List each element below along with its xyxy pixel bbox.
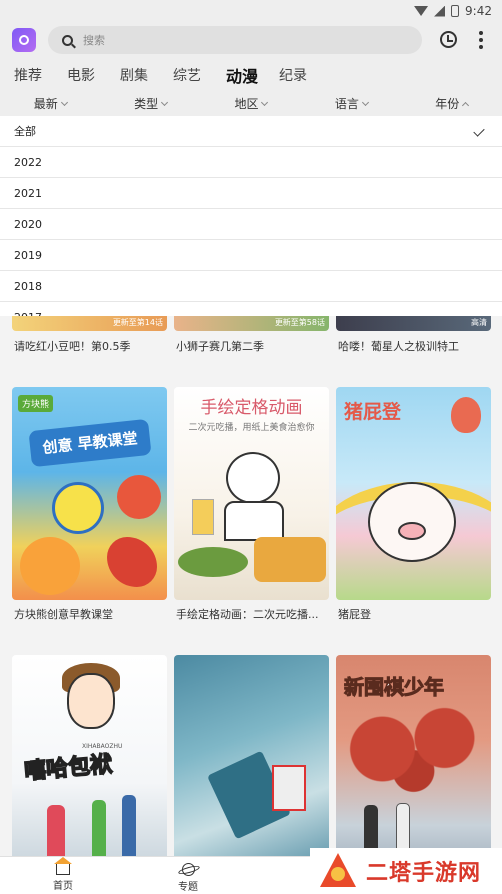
search-icon: [62, 34, 73, 46]
planet-icon: [181, 863, 195, 876]
brand-badge: 方块熊: [18, 395, 54, 412]
poster-art-title: 手绘定格动画: [200, 398, 303, 418]
poster-card[interactable]: 嘻哈包袱 XIHABAOZHU: [12, 655, 167, 868]
poster-card[interactable]: 猪屁登: [336, 387, 491, 600]
video-title[interactable]: 方块熊创意早教课堂: [14, 606, 169, 622]
poster-card[interactable]: 方块熊 创意 早教课堂: [12, 387, 167, 600]
poster-card[interactable]: [174, 655, 329, 868]
nav-home[interactable]: 首页: [33, 857, 93, 892]
tab-documentary[interactable]: 纪录: [279, 65, 332, 85]
wifi-icon: [414, 6, 429, 16]
filter-bar: 最新 类型 地区 语言 年份: [0, 90, 502, 116]
filter-genre[interactable]: 类型: [100, 95, 200, 112]
filter-year[interactable]: 年份: [402, 95, 502, 112]
watermark-text: 二塔手游网: [366, 861, 482, 886]
battery-icon: [451, 5, 460, 17]
tab-anime[interactable]: 动漫: [226, 63, 279, 93]
filter-region[interactable]: 地区: [201, 95, 301, 112]
dropdown-option[interactable]: 2017: [0, 302, 502, 317]
dropdown-option[interactable]: 2018: [0, 271, 502, 302]
nav-topics-label: 专题: [178, 882, 198, 893]
filter-language[interactable]: 语言: [301, 95, 401, 112]
poster-card[interactable]: 手绘定格动画 二次元吃播，用纸上美食治愈你: [174, 387, 329, 600]
poster-art-subtitle: 二次元吃播，用纸上美食治愈你: [188, 423, 315, 433]
tab-variety[interactable]: 综艺: [173, 65, 226, 85]
tab-series[interactable]: 剧集: [120, 65, 173, 85]
dropdown-option-all[interactable]: 全部: [0, 116, 502, 147]
video-title[interactable]: 哈喽！葡星人之极训特工: [338, 338, 493, 354]
poster-art-title: 嘻哈包袱: [23, 751, 114, 785]
search-placeholder: 搜索: [83, 34, 105, 47]
poster-art-title: 创意 早教课堂: [28, 418, 152, 468]
history-icon[interactable]: [440, 31, 457, 48]
dropdown-option[interactable]: 2022: [0, 147, 502, 178]
nav-topics[interactable]: 专题: [158, 859, 218, 893]
search-input[interactable]: 搜索: [48, 26, 422, 54]
video-title[interactable]: 小狮子赛几第二季: [176, 338, 326, 354]
site-watermark: 二塔手游网: [310, 848, 502, 894]
app-logo-icon[interactable]: [12, 28, 36, 52]
home-icon: [54, 857, 72, 875]
filter-sort[interactable]: 最新: [0, 95, 100, 112]
year-dropdown: 全部 2022 2021 2020 2019 2018 2017: [0, 116, 502, 316]
poster-thumbnail[interactable]: 更新至第58话: [174, 316, 329, 331]
category-tabs: 推荐 电影 剧集 综艺 动漫 纪录: [0, 60, 502, 93]
chevron-down-icon: [161, 98, 169, 106]
nav-home-label: 首页: [53, 881, 73, 892]
watermark-logo-icon: [318, 853, 358, 889]
video-title[interactable]: 手绘定格动画：二次元吃播...: [176, 606, 331, 622]
chevron-down-icon: [261, 98, 269, 106]
chevron-up-icon: [462, 101, 470, 109]
poster-thumbnail[interactable]: 更新至第14话: [12, 316, 167, 331]
poster-art-title: 新围棋少年: [344, 675, 445, 700]
tab-movies[interactable]: 电影: [67, 65, 120, 85]
more-menu-icon[interactable]: [478, 31, 484, 49]
video-title[interactable]: 请吃红小豆吧！第0.5季: [14, 338, 164, 354]
poster-thumbnail[interactable]: 高清: [336, 316, 491, 331]
dropdown-option[interactable]: 2021: [0, 178, 502, 209]
checkmark-icon: [473, 125, 485, 137]
status-bar: 9:42: [0, 0, 502, 22]
poster-card[interactable]: 新围棋少年: [336, 655, 491, 868]
dropdown-option[interactable]: 2020: [0, 209, 502, 240]
poster-art-title: 猪屁登: [344, 401, 402, 423]
tab-recommend[interactable]: 推荐: [14, 65, 67, 85]
chevron-down-icon: [361, 98, 369, 106]
chevron-down-icon: [60, 98, 68, 106]
poster-art-subtitle: XIHABAOZHU: [82, 743, 123, 750]
app-bar: 搜索: [0, 22, 502, 60]
dropdown-option[interactable]: 2019: [0, 240, 502, 271]
status-time: 9:42: [465, 4, 492, 18]
cell-signal-icon: [434, 5, 446, 17]
video-title[interactable]: 猪屁登: [338, 606, 493, 622]
